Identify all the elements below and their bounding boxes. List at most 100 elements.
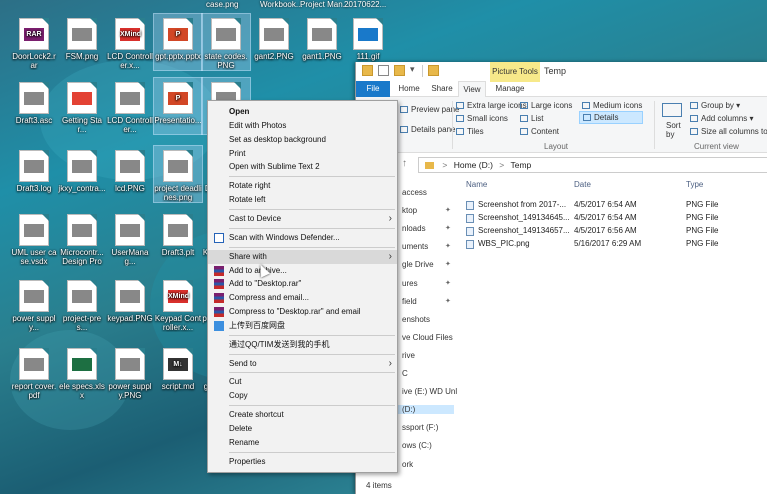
menu-item-properties[interactable]: Properties (208, 455, 397, 469)
nav-item[interactable]: (D:) (392, 405, 454, 415)
menu-item-item-18[interactable]: 上传到百度网盘 (208, 319, 397, 333)
nav-item[interactable]: ures (402, 279, 418, 288)
nav-item[interactable]: ive (E:) WD Unl (402, 387, 457, 396)
desktop-file-icon[interactable]: report cover.pdf (10, 344, 58, 400)
desktop-file-icon[interactable]: M↓ script.md (154, 344, 202, 400)
menu-item-compress-and-email[interactable]: Compress and email... (208, 291, 397, 305)
menu-item-copy[interactable]: Copy (208, 389, 397, 403)
up-arrow-icon[interactable]: ↑ (402, 158, 407, 169)
menu-item-open-with-sublime-text-2[interactable]: Open with Sublime Text 2 (208, 160, 397, 174)
breadcrumb-drive[interactable]: Home (D:) (454, 160, 493, 170)
nav-item[interactable]: ve Cloud Files (402, 333, 453, 342)
desktop-file-icon[interactable]: Draft3.asc (10, 78, 58, 134)
desktop-file-icon[interactable]: RAR DoorLock2.rar (10, 14, 58, 70)
file-row[interactable]: Screenshot from 2017-... 4/5/2017 6:54 AM… (464, 199, 767, 212)
column-header-name[interactable]: Name (466, 180, 487, 189)
nav-item[interactable]: gle Drive (402, 260, 434, 269)
desktop-file-icon[interactable]: project-pres... (58, 276, 106, 332)
desktop-file-icon[interactable]: jkxy_contra... (58, 146, 106, 202)
nav-item[interactable]: nloads (402, 224, 426, 233)
file-row[interactable]: Screenshot_149134645... 4/5/2017 6:54 AM P… (464, 212, 767, 225)
menu-item-rotate-left[interactable]: Rotate left (208, 193, 397, 207)
nav-item[interactable]: access (402, 188, 427, 197)
tab-manage[interactable]: Manage (492, 81, 528, 97)
desktop-file-icon[interactable]: Draft3.plt (154, 210, 202, 266)
small-icons-option[interactable]: Small icons (456, 114, 508, 123)
column-header-type[interactable]: Type (686, 180, 703, 189)
extra-large-icons-option[interactable]: Extra large icons (456, 101, 527, 110)
desktop-file-icon[interactable]: FSM.png (58, 14, 106, 70)
menu-item-compress-to-desktop-rar-and-email[interactable]: Compress to "Desktop.rar" and email (208, 305, 397, 319)
nav-item[interactable]: ows (C:) (402, 441, 432, 450)
column-header-date[interactable]: Date (574, 180, 591, 189)
chevron-down-icon[interactable]: ▾ (410, 64, 415, 75)
menu-item-add-to-archive[interactable]: Add to archive... (208, 264, 397, 278)
add-columns-button[interactable]: Add columns ▾ (690, 114, 753, 123)
menu-item-edit-with-photos[interactable]: Edit with Photos (208, 119, 397, 133)
properties-icon[interactable] (378, 65, 389, 76)
desktop-file-icon[interactable]: LCD Controller... (106, 78, 154, 134)
tab-home[interactable]: Home (396, 81, 422, 97)
medium-icons-option[interactable]: Medium icons (582, 101, 642, 110)
desktop-file-icon[interactable]: gant2.PNG (250, 14, 298, 70)
menu-item-share-with[interactable]: Share with › (208, 249, 397, 264)
desktop-file-icon[interactable]: lcd.PNG (106, 146, 154, 202)
nav-item[interactable]: C (402, 369, 408, 378)
new-folder-icon[interactable] (394, 65, 405, 76)
desktop-file-icon[interactable]: Getting Star... (58, 78, 106, 134)
menu-item-scan-with-windows-defender[interactable]: Scan with Windows Defender... (208, 231, 397, 245)
file-row[interactable]: WBS_PIC.png 5/16/2017 6:29 AM PNG File (464, 238, 767, 251)
desktop-file-icon[interactable]: UserManag... (106, 210, 154, 266)
menu-item-rotate-right[interactable]: Rotate right (208, 179, 397, 193)
address-input[interactable]: > Home (D:) > Temp (418, 157, 767, 173)
preview-pane-button[interactable]: Preview pane (400, 105, 459, 114)
menu-item-print[interactable]: Print (208, 147, 397, 161)
nav-item[interactable]: enshots (402, 315, 430, 324)
nav-item[interactable]: ssport (F:) (402, 423, 438, 432)
nav-item[interactable]: rive (402, 351, 415, 360)
desktop-file-label[interactable]: Workbook... (260, 0, 303, 9)
desktop-file-icon[interactable]: P Presentatio... (153, 77, 203, 135)
menu-item-set-as-desktop-background[interactable]: Set as desktop background (208, 133, 397, 147)
desktop-file-icon[interactable]: gant1.PNG (298, 14, 346, 70)
desktop-file-label[interactable]: 20170622... (344, 0, 386, 9)
menu-item-delete[interactable]: Delete (208, 422, 397, 436)
menu-item-send-to[interactable]: Send to › (208, 357, 397, 371)
desktop-file-label[interactable]: Project Man... (300, 0, 349, 9)
menu-item-cut[interactable]: Cut (208, 375, 397, 389)
list-option[interactable]: List (520, 114, 543, 123)
desktop-file-icon[interactable]: Pgpt.pptx.pptx (153, 13, 203, 71)
desktop-file-icon[interactable]: state codes.PNG (201, 13, 251, 71)
group-by-button[interactable]: Group by ▾ (690, 101, 740, 110)
tab-share[interactable]: Share (428, 81, 456, 97)
details-pane-button[interactable]: Details pane (400, 125, 455, 134)
nav-item[interactable]: ork (402, 460, 413, 469)
folder-icon[interactable] (362, 65, 373, 76)
menu-item-create-shortcut[interactable]: Create shortcut (208, 408, 397, 422)
desktop-file-icon[interactable]: UML user case.vsdx (10, 210, 58, 266)
desktop-file-icon[interactable]: Draft3.log (10, 146, 58, 202)
menu-item-add-to-desktop-rar[interactable]: Add to "Desktop.rar" (208, 277, 397, 291)
desktop-file-icon[interactable]: project deadlines.png (153, 145, 203, 203)
file-row[interactable]: Screenshot_149134657... 4/5/2017 6:56 AM P… (464, 225, 767, 238)
desktop-file-label[interactable]: case.png (206, 0, 238, 9)
desktop-file-icon[interactable]: XMind LCD Controller.x... (106, 14, 154, 70)
menu-item-qq-tim[interactable]: 通过QQ/TIM发送到我的手机 (208, 338, 397, 352)
desktop-file-icon[interactable]: power supply... (10, 276, 58, 332)
content-option[interactable]: Content (520, 127, 559, 136)
nav-item[interactable]: ktop (402, 206, 417, 215)
menu-item-rename[interactable]: Rename (208, 436, 397, 450)
tab-view[interactable]: View (458, 81, 486, 97)
large-icons-option[interactable]: Large icons (520, 101, 572, 110)
tiles-option[interactable]: Tiles (456, 127, 484, 136)
menu-item-open[interactable]: Open (208, 105, 397, 119)
tab-file[interactable]: File (356, 81, 390, 97)
desktop-file-icon[interactable]: power supply.PNG (106, 344, 154, 400)
desktop-file-icon[interactable]: keypad.PNG (106, 276, 154, 332)
breadcrumb-folder[interactable]: Temp (510, 160, 531, 170)
desktop-file-icon[interactable]: XMind Keypad Controller.x... (154, 276, 202, 332)
details-option[interactable]: Details (579, 111, 643, 124)
size-all-columns-button[interactable]: Size all columns to fit (690, 127, 767, 136)
sort-by-button[interactable]: Sort by (666, 121, 684, 139)
desktop-file-icon[interactable]: Microcontr... Design Proj... (58, 210, 106, 266)
